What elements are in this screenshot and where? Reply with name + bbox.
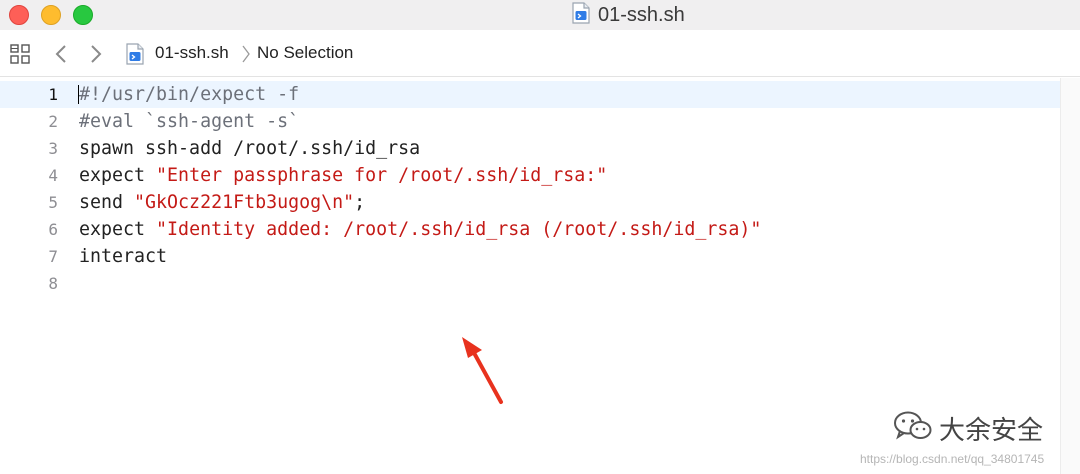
close-window-button[interactable]: [9, 5, 29, 25]
code-line[interactable]: 2 #eval `ssh-agent -s`: [0, 108, 1060, 135]
breadcrumb-selection[interactable]: No Selection: [257, 43, 353, 63]
jump-bar: 01-ssh.sh No Selection: [0, 30, 1080, 77]
line-number: 3: [48, 139, 58, 158]
code-line[interactable]: 8: [0, 270, 1060, 297]
vertical-scrollbar[interactable]: [1060, 78, 1080, 474]
code-text: send "GkOcz221Ftb3ugog\n";: [79, 189, 365, 216]
code-string: "Identity added: /root/.ssh/id_rsa (/roo…: [156, 219, 762, 240]
code-line[interactable]: 7 interact: [0, 243, 1060, 270]
code-line[interactable]: 6 expect "Identity added: /root/.ssh/id_…: [0, 216, 1060, 243]
breadcrumb-file[interactable]: 01-ssh.sh: [155, 43, 229, 63]
code-plain: expect: [79, 219, 157, 240]
code-line[interactable]: 4 expect "Enter passphrase for /root/.ss…: [0, 162, 1060, 189]
code-comment: #!/usr/bin/expect -f: [79, 84, 300, 105]
breadcrumb-separator-icon: [241, 44, 251, 69]
code-plain: send: [79, 192, 135, 213]
window-title: 01-ssh.sh: [572, 1, 685, 29]
line-number: 8: [48, 274, 58, 293]
breadcrumb-file-icon: [126, 43, 144, 70]
code-comment: #eval `ssh-agent -s`: [79, 111, 300, 132]
title-bar: 01-ssh.sh: [0, 0, 1080, 30]
code-line[interactable]: 3 spawn ssh-add /root/.ssh/id_rsa: [0, 135, 1060, 162]
code-line[interactable]: 5 send "GkOcz221Ftb3ugog\n";: [0, 189, 1060, 216]
chevron-right-icon[interactable]: [88, 43, 104, 70]
red-arrow-icon: [455, 333, 507, 410]
related-items-grid-icon[interactable]: [9, 43, 31, 70]
shell-script-file-icon: [572, 1, 590, 29]
url-watermark: https://blog.csdn.net/qq_34801745: [860, 452, 1045, 466]
line-number: 5: [48, 193, 58, 212]
code-text: expect "Enter passphrase for /root/.ssh/…: [79, 162, 607, 189]
code-text: interact: [79, 243, 167, 270]
code-string: "GkOcz221Ftb3ugog\n": [134, 192, 355, 213]
wechat-watermark: 大余安全: [893, 410, 1043, 447]
code-text: #eval `ssh-agent -s`: [79, 108, 299, 135]
code-plain: spawn ssh-add /root/.ssh/id_rsa: [79, 138, 421, 159]
line-number: 6: [48, 220, 58, 239]
code-text: spawn ssh-add /root/.ssh/id_rsa: [79, 135, 420, 162]
code-text: #!/usr/bin/expect -f: [79, 81, 299, 108]
code-plain: expect: [79, 165, 157, 186]
line-number: 1: [48, 85, 58, 104]
code-plain: interact: [79, 246, 168, 267]
minimize-window-button[interactable]: [41, 5, 61, 25]
window-title-text: 01-ssh.sh: [598, 3, 685, 26]
code-string: "Enter passphrase for /root/.ssh/id_rsa:…: [156, 165, 608, 186]
wechat-logo-icon: [893, 410, 933, 447]
chevron-left-icon[interactable]: [53, 43, 69, 70]
zoom-window-button[interactable]: [73, 5, 93, 25]
line-number: 7: [48, 247, 58, 266]
watermark-text: 大余安全: [939, 416, 1044, 446]
line-number: 2: [48, 112, 58, 131]
code-line[interactable]: 1 #!/usr/bin/expect -f: [0, 81, 1060, 108]
xcode-editor-window: 01-ssh.sh 01-ssh.sh No Selection 1 #!/us…: [0, 0, 1080, 474]
code-plain: ;: [354, 192, 366, 213]
line-number: 4: [48, 166, 58, 185]
code-text: expect "Identity added: /root/.ssh/id_rs…: [79, 216, 761, 243]
